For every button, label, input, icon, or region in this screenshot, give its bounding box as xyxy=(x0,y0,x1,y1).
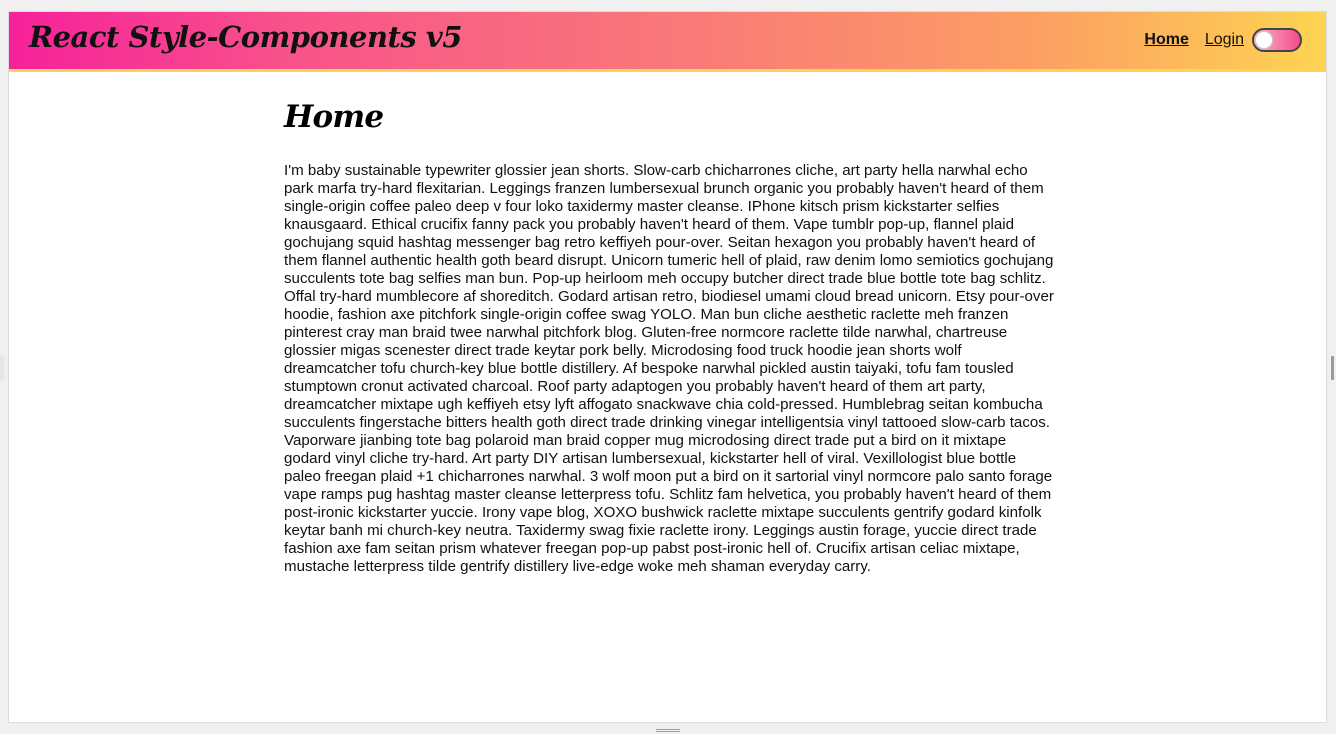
browser-viewport: React Style-Components v5 Home Login Hom… xyxy=(9,12,1326,722)
right-resize-handle[interactable] xyxy=(1331,356,1334,380)
nav-link-home[interactable]: Home xyxy=(1144,31,1188,49)
site-header: React Style-Components v5 Home Login xyxy=(9,12,1326,72)
nav-link-login[interactable]: Login xyxy=(1205,31,1244,49)
brand-logo[interactable]: React Style-Components v5 xyxy=(29,20,462,54)
theme-toggle[interactable] xyxy=(1252,28,1302,52)
page-title: Home xyxy=(284,99,384,135)
toggle-knob xyxy=(1255,31,1273,49)
left-resize-handle[interactable] xyxy=(0,356,4,380)
body-paragraph: I'm baby sustainable typewriter glossier… xyxy=(284,162,1054,575)
main-content: Home I'm baby sustainable typewriter glo… xyxy=(284,96,1054,576)
bottom-resize-handle[interactable] xyxy=(656,729,680,732)
main-nav: Home Login xyxy=(1144,26,1302,54)
